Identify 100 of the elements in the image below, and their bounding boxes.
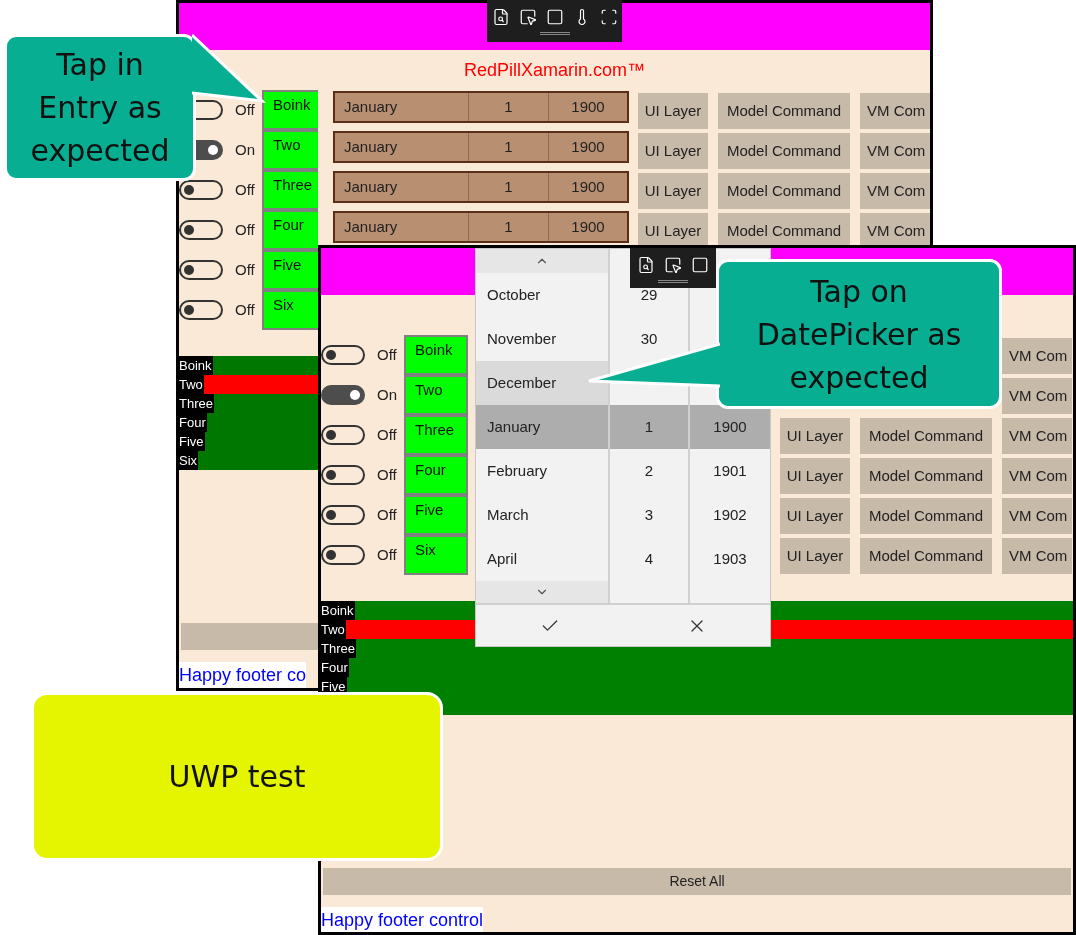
entry-field[interactable]: Three (404, 415, 468, 455)
bar-label: Two (179, 375, 204, 394)
model-command-button[interactable]: Model Command (718, 93, 850, 129)
entry-field[interactable]: Six (262, 290, 318, 330)
entry-field[interactable]: Two (262, 130, 318, 170)
callout-text: Tap on DatePicker as expected (755, 272, 963, 397)
toggle-switch[interactable] (321, 345, 365, 365)
model-command-button[interactable]: Model Command (860, 498, 992, 534)
toggle-label: Off (235, 99, 255, 120)
bar-label: Boink (321, 601, 355, 620)
bar-label: Six (179, 451, 199, 470)
vm-command-button[interactable]: VM Com (860, 173, 930, 209)
picker-item[interactable]: 1903 (690, 537, 770, 581)
picker-item[interactable]: April (476, 537, 608, 581)
pointer-icon[interactable] (518, 8, 537, 26)
scan-icon[interactable] (599, 8, 618, 26)
vm-command-button[interactable]: VM Com (1002, 418, 1072, 454)
bar-label: Two (321, 620, 346, 639)
picker-item[interactable]: 1901 (690, 449, 770, 493)
entry-field[interactable]: Four (404, 455, 468, 495)
picker-item[interactable]: 1900 (690, 405, 770, 449)
file-search-icon[interactable] (637, 256, 655, 274)
vm-command-button[interactable]: VM Com (1002, 378, 1072, 414)
date-picker[interactable]: January 1 1900 (333, 131, 629, 163)
vm-command-button[interactable]: VM Com (860, 93, 930, 129)
toggle-label: Off (377, 544, 397, 565)
toggle-label: Off (235, 179, 255, 200)
entry-field[interactable]: Four (262, 210, 318, 250)
model-command-button[interactable]: Model Command (860, 418, 992, 454)
vm-command-button[interactable]: VM Com (1002, 498, 1072, 534)
footer-link[interactable]: Happy footer co (179, 662, 307, 688)
picker-item[interactable]: March (476, 493, 608, 537)
toggle-label: Off (377, 464, 397, 485)
toggle-switch[interactable] (179, 220, 223, 240)
toggle-switch[interactable] (321, 505, 365, 525)
drag-handle[interactable] (539, 32, 570, 35)
toggle-label: Off (377, 344, 397, 365)
entry-field[interactable]: Five (404, 495, 468, 535)
footer-link[interactable]: Happy footer control (321, 907, 484, 932)
model-command-button[interactable]: Model Command (718, 133, 850, 169)
toggle-switch[interactable] (179, 300, 223, 320)
picker-item[interactable]: 2 (610, 449, 688, 493)
picker-item[interactable]: January (476, 405, 608, 449)
model-command-button[interactable]: Model Command (718, 173, 850, 209)
date-picker[interactable]: January 1 1900 (333, 211, 629, 243)
entry-field[interactable]: Three (262, 170, 318, 210)
bar-label: Three (179, 394, 214, 413)
vm-command-button[interactable]: VM Com (1002, 458, 1072, 494)
toggle-label: Off (377, 424, 397, 445)
model-command-button[interactable]: Model Command (860, 458, 992, 494)
drag-handle[interactable] (658, 280, 688, 283)
callout-text: Tap in Entry as expected (29, 46, 171, 170)
picker-item[interactable]: 1 (610, 405, 688, 449)
picker-item[interactable]: October (476, 273, 608, 317)
toggle-label: On (377, 384, 397, 405)
picker-item[interactable]: 3 (610, 493, 688, 537)
entry-field[interactable]: Boink (404, 335, 468, 375)
reset-button[interactable]: Reset All (323, 868, 1071, 895)
toggle-label: Off (377, 504, 397, 525)
ui-layer-button[interactable]: UI Layer (638, 133, 708, 169)
ui-layer-button[interactable]: UI Layer (780, 538, 850, 574)
vm-command-button[interactable]: VM Com (860, 133, 930, 169)
ui-layer-button[interactable]: UI Layer (780, 458, 850, 494)
toggle-label: Off (235, 219, 255, 240)
model-command-button[interactable]: Model Command (860, 538, 992, 574)
toggle-switch[interactable] (321, 465, 365, 485)
picker-item[interactable]: 30 (610, 317, 688, 361)
ui-layer-button[interactable]: UI Layer (780, 498, 850, 534)
date-picker[interactable]: January 1 1900 (333, 91, 629, 123)
site-title: RedPillXamarin.com™ (463, 59, 646, 82)
pointer-icon[interactable] (664, 256, 682, 274)
entry-field[interactable]: Boink (262, 90, 318, 130)
entry-field[interactable]: Six (404, 535, 468, 575)
callout-text: UWP test (168, 758, 306, 796)
ui-layer-button[interactable]: UI Layer (638, 173, 708, 209)
toggle-switch[interactable] (179, 260, 223, 280)
bar-label: Boink (179, 356, 213, 375)
toggle-switch[interactable] (321, 385, 365, 405)
bar-label: Three (321, 639, 356, 658)
ui-layer-button[interactable]: UI Layer (780, 418, 850, 454)
toggle-switch[interactable] (321, 425, 365, 445)
vm-command-button[interactable]: VM Com (1002, 538, 1072, 574)
picker-item[interactable]: February (476, 449, 608, 493)
square-icon[interactable] (545, 8, 564, 26)
bar-label: Four (179, 413, 207, 432)
picker-item[interactable]: 1902 (690, 493, 770, 537)
picker-item[interactable]: 4 (610, 537, 688, 581)
vm-command-button[interactable]: VM Com (1002, 338, 1072, 374)
entry-field[interactable]: Five (262, 250, 318, 290)
ui-layer-button[interactable]: UI Layer (638, 93, 708, 129)
date-picker[interactable]: January 1 1900 (333, 171, 629, 203)
entry-field[interactable]: Two (404, 375, 468, 415)
picker-item[interactable]: November (476, 317, 608, 361)
bar-label: Four (321, 658, 349, 677)
toggle-label: Off (235, 259, 255, 280)
picker-item[interactable]: December (476, 361, 608, 405)
square-icon[interactable] (691, 256, 709, 274)
file-search-icon[interactable] (491, 8, 510, 26)
bar-label: Five (179, 432, 205, 451)
toggle-switch[interactable] (321, 545, 365, 565)
